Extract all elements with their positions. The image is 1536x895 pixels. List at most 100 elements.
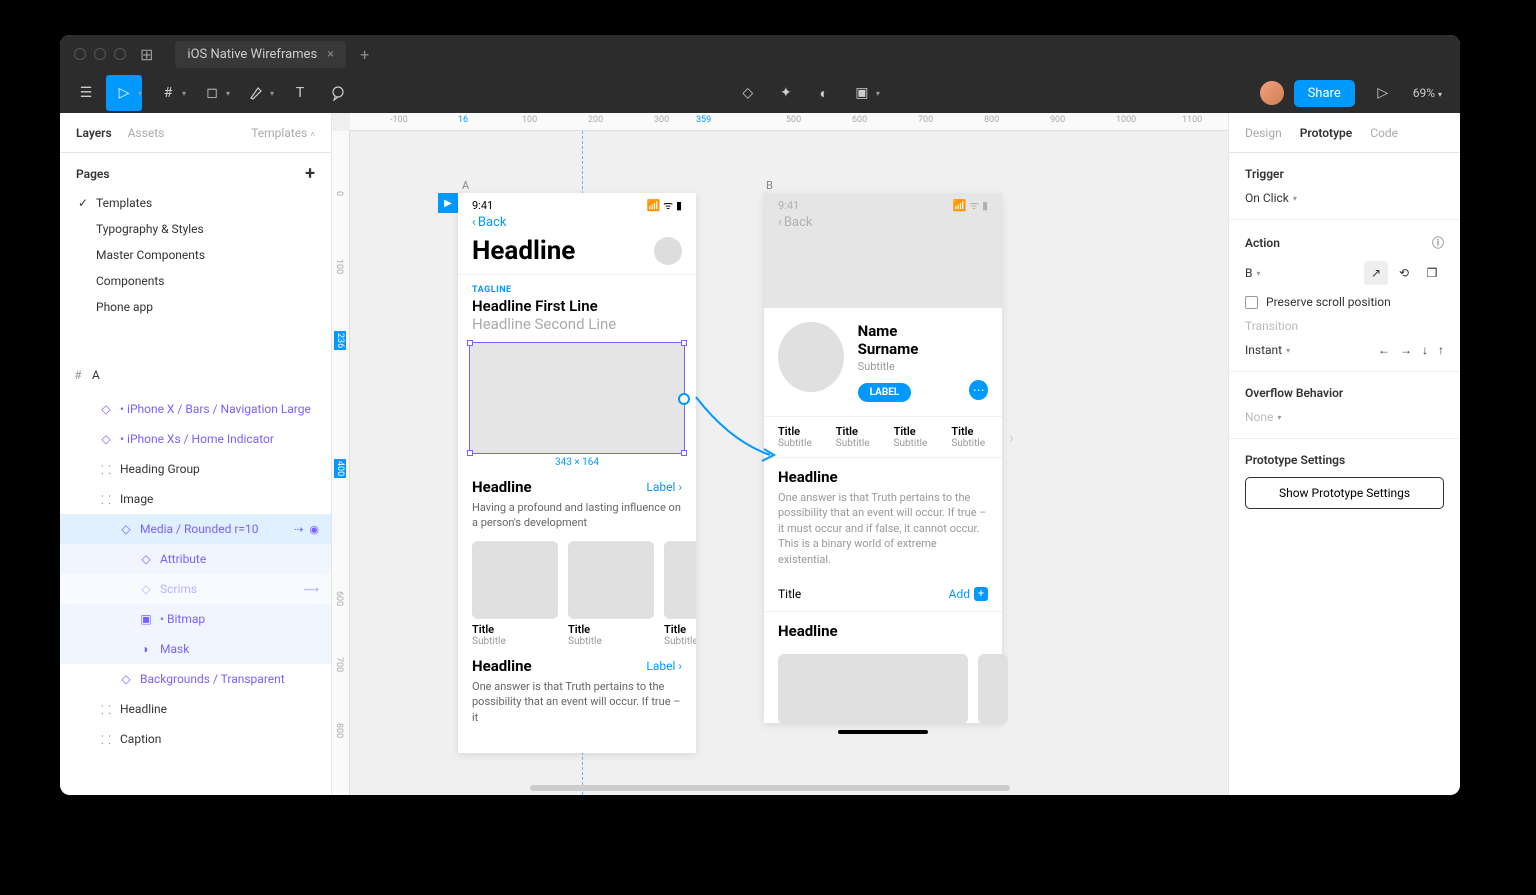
frame-b[interactable]: 9:41📶 ᯤ ▮ ‹Back Name Surname Subtitle LA…	[764, 193, 1002, 723]
page-item[interactable]: Components	[76, 268, 315, 294]
frame-icon: #	[72, 369, 84, 381]
row-title: Title	[778, 587, 801, 601]
profile-name: Name Surname	[858, 322, 956, 358]
canvas-area[interactable]: -100 16 100 200 300 359 500 600 700 800 …	[332, 113, 1228, 795]
show-prototype-settings-button[interactable]: Show Prototype Settings	[1245, 477, 1444, 509]
text-tool[interactable]: T	[282, 75, 318, 111]
pen-tool[interactable]	[238, 75, 274, 111]
tab-templates[interactable]: Templates ˄	[251, 126, 315, 140]
shape-tool[interactable]: ◻	[194, 75, 230, 111]
layer-item[interactable]: ◇Scrims⟿	[60, 574, 331, 604]
lock-icon: ⇢	[294, 523, 303, 536]
component-icon: ◇	[120, 673, 132, 685]
page-item[interactable]: Phone app	[76, 294, 315, 320]
action-target-select[interactable]: B▾	[1245, 266, 1261, 280]
tab-prototype[interactable]: Prototype	[1300, 126, 1353, 140]
component-back-icon[interactable]: ◇	[730, 75, 766, 111]
label-pill: LABEL	[858, 383, 912, 402]
page-item[interactable]: Typography & Styles	[76, 216, 315, 242]
body-text: One answer is that Truth pertains to the…	[764, 490, 1002, 577]
status-icons: 📶 ᯤ ▮	[647, 198, 682, 213]
direction-down-icon[interactable]: ↓	[1422, 343, 1428, 357]
tab-item: TitleSubtitle	[894, 425, 928, 449]
direction-up-icon[interactable]: ↑	[1438, 343, 1444, 357]
transition-label: Transition	[1245, 319, 1298, 333]
overflow-select[interactable]: None▾	[1245, 410, 1444, 424]
component-icon[interactable]: ✦	[768, 75, 804, 111]
tab-title: iOS Native Wireframes	[187, 47, 317, 62]
trigger-select[interactable]: On Click▾	[1245, 191, 1444, 205]
traffic-lights[interactable]	[74, 48, 126, 60]
tab-code[interactable]: Code	[1370, 126, 1398, 140]
tab-item: TitleSubtitle	[778, 425, 812, 449]
share-button[interactable]: Share	[1294, 80, 1355, 107]
frame-label-b[interactable]: B	[766, 179, 773, 192]
layer-item[interactable]: ⸬Heading Group	[60, 454, 331, 484]
image-icon: ▣	[140, 613, 152, 625]
page-item[interactable]: Templates	[76, 190, 315, 216]
layer-item[interactable]: ⸬Caption	[60, 724, 331, 754]
layer-item[interactable]: ◇• iPhone X / Bars / Navigation Large	[60, 394, 331, 424]
frame-tool[interactable]: #	[150, 75, 186, 111]
layer-item[interactable]: ▣• Bitmap	[60, 604, 331, 634]
animation-select[interactable]: Instant▾	[1245, 343, 1290, 357]
tab-layers[interactable]: Layers	[76, 126, 112, 140]
section-link: Label ›	[646, 659, 682, 673]
chevron-left-icon: ‹	[472, 215, 476, 230]
component-icon: ◇	[120, 523, 132, 535]
home-indicator	[838, 730, 928, 734]
title-bar: ⊞ iOS Native Wireframes × +	[60, 35, 1460, 73]
swap-icon[interactable]: ⟲	[1392, 261, 1416, 285]
layer-item[interactable]: ⸬Headline	[60, 694, 331, 724]
user-avatar[interactable]	[1260, 81, 1284, 105]
zoom-level[interactable]: 69% ▾	[1403, 86, 1452, 100]
layer-item[interactable]: ◇Attribute	[60, 544, 331, 574]
move-tool[interactable]: ▷	[106, 75, 142, 111]
add-link: Add+	[949, 587, 988, 601]
mask-icon[interactable]: ◐	[806, 75, 842, 111]
vertical-ruler: 0 100 236 400 600 700 800	[332, 131, 350, 795]
mask-icon: ◗	[140, 643, 152, 655]
help-icon[interactable]: ⓘ	[1432, 234, 1444, 251]
add-tab-button[interactable]: +	[360, 45, 369, 64]
layer-item[interactable]: ◇Backgrounds / Transparent	[60, 664, 331, 694]
layer-item[interactable]: ◇• iPhone Xs / Home Indicator	[60, 424, 331, 454]
layer-item[interactable]: ⸬Image	[60, 484, 331, 514]
frame-label-a[interactable]: A	[462, 179, 469, 192]
document-tab[interactable]: iOS Native Wireframes ×	[175, 41, 346, 68]
apps-grid-icon[interactable]: ⊞	[140, 45, 153, 64]
profile-subtitle: Subtitle	[858, 360, 956, 373]
tab-assets[interactable]: Assets	[128, 126, 165, 140]
section-headline: Headline	[472, 657, 532, 675]
toolbar: ☰ ▷▾ #▾ ◻▾ ▾ T ◇ ✦ ◐ ▣▾ Share ▷ 69% ▾	[60, 73, 1460, 113]
menu-icon[interactable]: ☰	[68, 75, 104, 111]
prototype-connection-handle[interactable]	[678, 393, 690, 405]
add-page-button[interactable]: +	[305, 163, 315, 184]
profile-avatar	[778, 322, 844, 392]
horizontal-scrollbar[interactable]	[530, 785, 1010, 791]
preserve-scroll-checkbox[interactable]: Preserve scroll position	[1245, 295, 1391, 309]
selection-dimensions: 343 × 164	[458, 457, 696, 468]
overlay-icon[interactable]: ❒	[1420, 261, 1444, 285]
hidden-icon: ⟿	[303, 583, 319, 596]
overflow-label: Overflow Behavior	[1245, 386, 1444, 400]
direction-left-icon[interactable]: ←	[1378, 343, 1390, 357]
frame-header[interactable]: #A	[60, 360, 331, 390]
back-button: ‹Back	[764, 209, 1002, 236]
navigate-icon[interactable]: ↗	[1364, 261, 1388, 285]
direction-right-icon[interactable]: →	[1400, 343, 1412, 357]
layer-item-selected[interactable]: ◇Media / Rounded r=10⇢◉	[60, 514, 331, 544]
comment-tool[interactable]	[320, 75, 356, 111]
present-icon[interactable]: ▷	[1365, 75, 1401, 111]
frame-a[interactable]: 9:41📶 ᯤ ▮ ‹Back Headline TAGLINE Headlin…	[458, 193, 696, 753]
section-link: Label ›	[646, 480, 682, 494]
selected-element[interactable]	[470, 343, 684, 453]
tab-design[interactable]: Design	[1245, 126, 1282, 140]
page-item[interactable]: Master Components	[76, 242, 315, 268]
layer-item[interactable]: ◗Mask	[60, 634, 331, 664]
close-icon[interactable]: ×	[327, 47, 334, 62]
proto-settings-label: Prototype Settings	[1245, 453, 1444, 467]
headline-second: Headline Second Line	[458, 315, 696, 339]
boolean-icon[interactable]: ▣	[844, 75, 880, 111]
prototype-start-icon[interactable]: ▶	[438, 193, 458, 213]
